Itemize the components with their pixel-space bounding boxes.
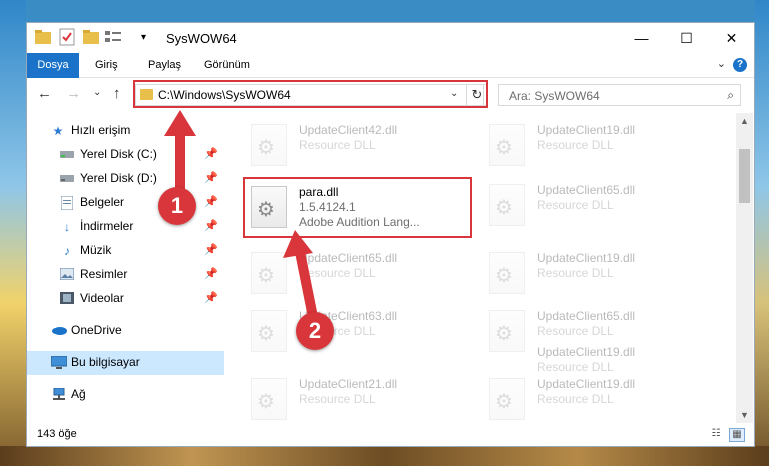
arrow-2: [283, 230, 317, 317]
annotation-arrows: [164, 110, 317, 317]
step-2-badge: 2: [296, 312, 334, 350]
step-1-badge: 1: [158, 187, 196, 225]
arrow-1: [164, 110, 196, 197]
